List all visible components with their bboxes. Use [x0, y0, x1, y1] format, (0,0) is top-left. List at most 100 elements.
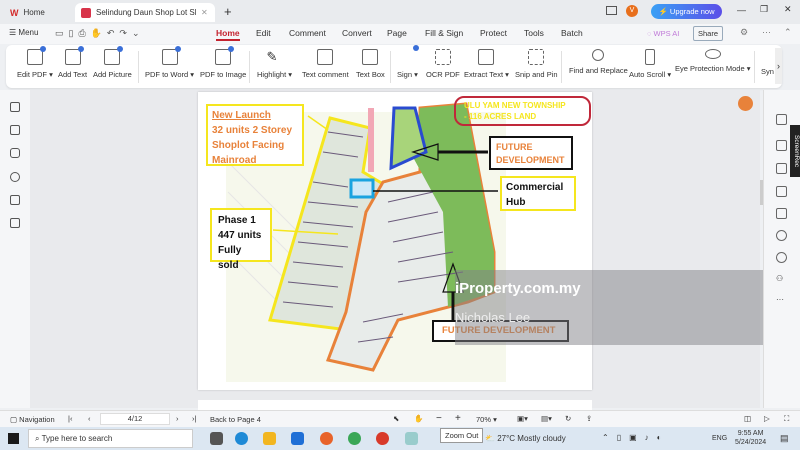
ai-assistant-icon[interactable]: ⚇ [776, 274, 787, 285]
page-mode-icon[interactable]: ▤▾ [541, 414, 552, 423]
quick-access-toolbar[interactable]: ▭▯⎙✋↶↷⌄ [55, 28, 145, 39]
screenrec-tag[interactable]: ScreenRec [790, 125, 800, 177]
sign-icon[interactable] [776, 163, 787, 174]
rotate-icon[interactable]: ↻ [565, 414, 571, 423]
file-explorer-icon[interactable] [263, 432, 276, 445]
crop-icon[interactable] [776, 208, 787, 219]
new-tab-button[interactable]: + [224, 4, 232, 19]
tab-fill-sign[interactable]: Fill & Sign [425, 28, 463, 38]
more-icon[interactable]: ··· [762, 27, 771, 37]
first-page-button[interactable]: |‹ [68, 414, 72, 423]
file-icon[interactable] [776, 140, 787, 151]
minimize-button[interactable]: — [737, 5, 746, 15]
prev-page-button[interactable]: ‹ [88, 414, 91, 423]
next-page-button[interactable]: › [176, 414, 179, 423]
paint-icon[interactable] [405, 432, 418, 445]
fit-page-icon[interactable]: ▣▾ [517, 414, 528, 423]
highlight-button[interactable]: ✎ Highlight ▾ [257, 49, 292, 79]
firefox-icon[interactable] [320, 432, 333, 445]
pdf-to-image-button[interactable]: PDF to Image [200, 46, 246, 79]
task-view-icon[interactable] [210, 432, 223, 445]
settings-icon[interactable]: ⚙ [740, 27, 748, 38]
edit-pdf-button[interactable]: Edit PDF ▾ [17, 46, 53, 79]
system-tray-icons[interactable]: ⌃▯▣♪◐ [602, 433, 670, 442]
find-replace-button[interactable]: Find and Replace [569, 49, 628, 75]
close-icon[interactable]: ✕ [201, 8, 208, 17]
zoom-level-dropdown[interactable]: 70% ▾ [476, 415, 497, 424]
tab-home-ribbon[interactable]: Home [216, 28, 240, 41]
ocr-pdf-button[interactable]: OCR PDF [426, 49, 460, 79]
auto-scroll-button[interactable]: Auto Scroll ▾ [629, 49, 671, 79]
more-icon[interactable]: ··· [776, 295, 784, 304]
sync-button[interactable]: Syn [761, 67, 774, 76]
notification-icon[interactable]: ▤ [780, 433, 789, 444]
help-icon[interactable] [776, 252, 787, 263]
sign-button[interactable]: Sign ▾ [397, 45, 420, 79]
chrome-icon[interactable] [348, 432, 361, 445]
tab-tools[interactable]: Tools [524, 28, 544, 38]
tab-batch[interactable]: Batch [561, 28, 583, 38]
navigation-button[interactable]: ▢ Navigation [10, 415, 55, 424]
ribbon-scroll-right[interactable]: › [775, 48, 782, 84]
back-to-page-link[interactable]: Back to Page 4 [210, 415, 261, 424]
clock[interactable]: 9:55 AM 5/24/2024 [735, 429, 766, 447]
text-box-button[interactable]: Text Box [356, 49, 385, 79]
reading-mode-icon[interactable]: ◫ [744, 414, 751, 423]
pdf-to-word-icon [161, 46, 181, 65]
windows-start-icon[interactable] [8, 433, 19, 444]
restore-button[interactable]: ❐ [760, 4, 768, 15]
zoom-in-button[interactable]: + [455, 413, 461, 424]
wps-ai-button[interactable]: ◌ WPS AI [647, 29, 679, 38]
floating-tool-icon[interactable] [738, 96, 753, 111]
upgrade-button[interactable]: ⚡ Upgrade now [651, 4, 722, 19]
compare-icon[interactable] [776, 186, 787, 197]
bookmark-icon[interactable] [10, 102, 20, 112]
edit-icon[interactable] [776, 114, 787, 125]
window-count-icon[interactable] [606, 6, 617, 15]
edge-icon[interactable] [235, 432, 248, 445]
tab-document[interactable]: Selindung Daun Shop Lot She ✕ [75, 3, 215, 22]
avatar[interactable]: V [626, 5, 638, 17]
snip-and-pin-button[interactable]: Snip and Pin [515, 49, 558, 79]
tab-edit[interactable]: Edit [256, 28, 271, 38]
export-icon[interactable]: ⇪ [586, 414, 592, 423]
page-number-input[interactable]: 4/12 [100, 413, 170, 425]
mail-icon[interactable] [291, 432, 304, 445]
thumbnail-icon[interactable] [10, 125, 20, 135]
play-icon[interactable]: ▷ [764, 414, 770, 423]
last-page-button[interactable]: ›| [192, 414, 196, 423]
attachment-icon[interactable] [10, 172, 20, 182]
eye-protection-button[interactable]: Eye Protection Mode ▾ [675, 49, 750, 73]
signature-icon[interactable] [10, 195, 20, 205]
close-window-button[interactable]: ✕ [784, 4, 792, 15]
weather-widget[interactable]: ⛅ 27°C Mostly cloudy [485, 434, 566, 443]
layers-icon[interactable] [10, 218, 20, 228]
add-picture-button[interactable]: Add Picture [93, 46, 132, 79]
pdf-to-word-button[interactable]: PDF to Word ▾ [145, 46, 195, 79]
wps-office-icon[interactable] [376, 432, 389, 445]
ribbon-toolbar: Edit PDF ▾ Add Text Add Picture PDF to W… [6, 45, 782, 88]
menu-button[interactable]: ☰ Menu [9, 28, 38, 37]
tab-home[interactable]: W Home [4, 3, 72, 22]
title-line: - 116 ACRES LAND [464, 112, 537, 121]
extract-text-button[interactable]: Extract Text ▾ [464, 49, 509, 79]
phase1-label: Phase 1 447 units Fully sold [210, 208, 272, 271]
tab-page[interactable]: Page [387, 28, 407, 38]
select-tool-icon[interactable]: ⬉ [393, 414, 399, 423]
tab-protect[interactable]: Protect [480, 28, 507, 38]
text-comment-button[interactable]: Text comment [302, 49, 349, 79]
hand-tool-icon[interactable]: ✋ [414, 414, 423, 423]
tab-convert[interactable]: Convert [342, 28, 372, 38]
fullscreen-icon[interactable]: ⛶ [784, 414, 789, 424]
search-icon[interactable] [776, 230, 787, 241]
comment-icon[interactable] [10, 148, 20, 158]
language-indicator[interactable]: ENG [712, 435, 727, 442]
tab-comment[interactable]: Comment [289, 28, 326, 38]
zoom-out-button[interactable]: − [436, 413, 442, 424]
share-button[interactable]: Share [693, 26, 724, 41]
label-line: Fully sold [218, 245, 242, 271]
taskbar-search-input[interactable]: ⌕ Type here to search [28, 429, 193, 448]
add-text-button[interactable]: Add Text [58, 46, 87, 79]
button-label: PDF to Word ▾ [145, 70, 195, 79]
collapse-ribbon-icon[interactable]: ⌃ [784, 27, 792, 38]
